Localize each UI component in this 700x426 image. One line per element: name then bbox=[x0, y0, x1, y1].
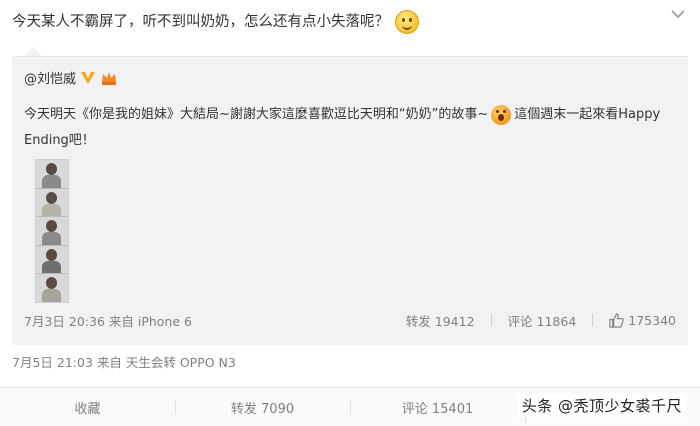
favorite-button[interactable]: 收藏 bbox=[0, 398, 175, 417]
repost-caret bbox=[24, 47, 42, 56]
repost-like-button[interactable]: 175340 bbox=[609, 313, 676, 328]
watermark: 头条 @秃顶少女裘千尺 bbox=[517, 394, 686, 417]
repost-forward-count[interactable]: 转发 19412 bbox=[406, 311, 475, 330]
photo-frame bbox=[36, 160, 68, 189]
repost-comment-count[interactable]: 评论 11864 bbox=[508, 311, 577, 330]
repost-time-source[interactable]: 7月3日 20:36 来自 iPhone 6 bbox=[24, 311, 390, 330]
thumbs-up-icon bbox=[609, 312, 625, 328]
divider bbox=[490, 314, 492, 326]
repost-author-name[interactable]: @刘恺威 bbox=[24, 68, 76, 87]
repost-text-content: 今天明天《你是我的姐妹》大結局~謝謝大家這麼喜歡逗比天明和“奶奶”的故事~ bbox=[24, 107, 489, 122]
repost-card[interactable]: @刘恺威 今天明天《你是我的姐妹》大結局~謝謝大家這麼喜歡逗比天明和“奶奶”的故… bbox=[12, 56, 688, 345]
photo-frame bbox=[36, 274, 68, 302]
repost-like-count: 175340 bbox=[628, 312, 676, 328]
photo-frame bbox=[36, 189, 68, 218]
repost-text: 今天明天《你是我的姐妹》大結局~謝謝大家這麼喜歡逗比天明和“奶奶”的故事~ 這個週… bbox=[24, 102, 674, 154]
repost-footer: 7月3日 20:36 来自 iPhone 6 转发 19412 评论 11864… bbox=[24, 310, 676, 330]
forward-button[interactable]: 转发 7090 bbox=[175, 398, 350, 417]
photo-thumbnail[interactable] bbox=[35, 159, 69, 303]
post-text: 今天某人不霸屏了，听不到叫奶奶，怎么还有点小失落呢？ bbox=[12, 10, 419, 34]
divider bbox=[592, 314, 594, 326]
comment-button[interactable]: 评论 15401 bbox=[350, 398, 525, 417]
verified-v-icon bbox=[81, 71, 96, 84]
post-time-source[interactable]: 7月5日 21:03 来自 天生会转 OPPO N3 bbox=[12, 352, 236, 371]
member-crown-icon bbox=[102, 71, 117, 85]
chevron-down-icon[interactable] bbox=[668, 4, 688, 24]
photo-frame bbox=[36, 217, 68, 246]
post-text-content: 今天某人不霸屏了，听不到叫奶奶，怎么还有点小失落呢？ bbox=[12, 14, 389, 30]
surprised-emoji-icon bbox=[491, 104, 512, 125]
photo-frame bbox=[36, 246, 68, 275]
smile-emoji-icon bbox=[395, 10, 419, 34]
repost-author[interactable]: @刘恺威 bbox=[24, 68, 118, 87]
